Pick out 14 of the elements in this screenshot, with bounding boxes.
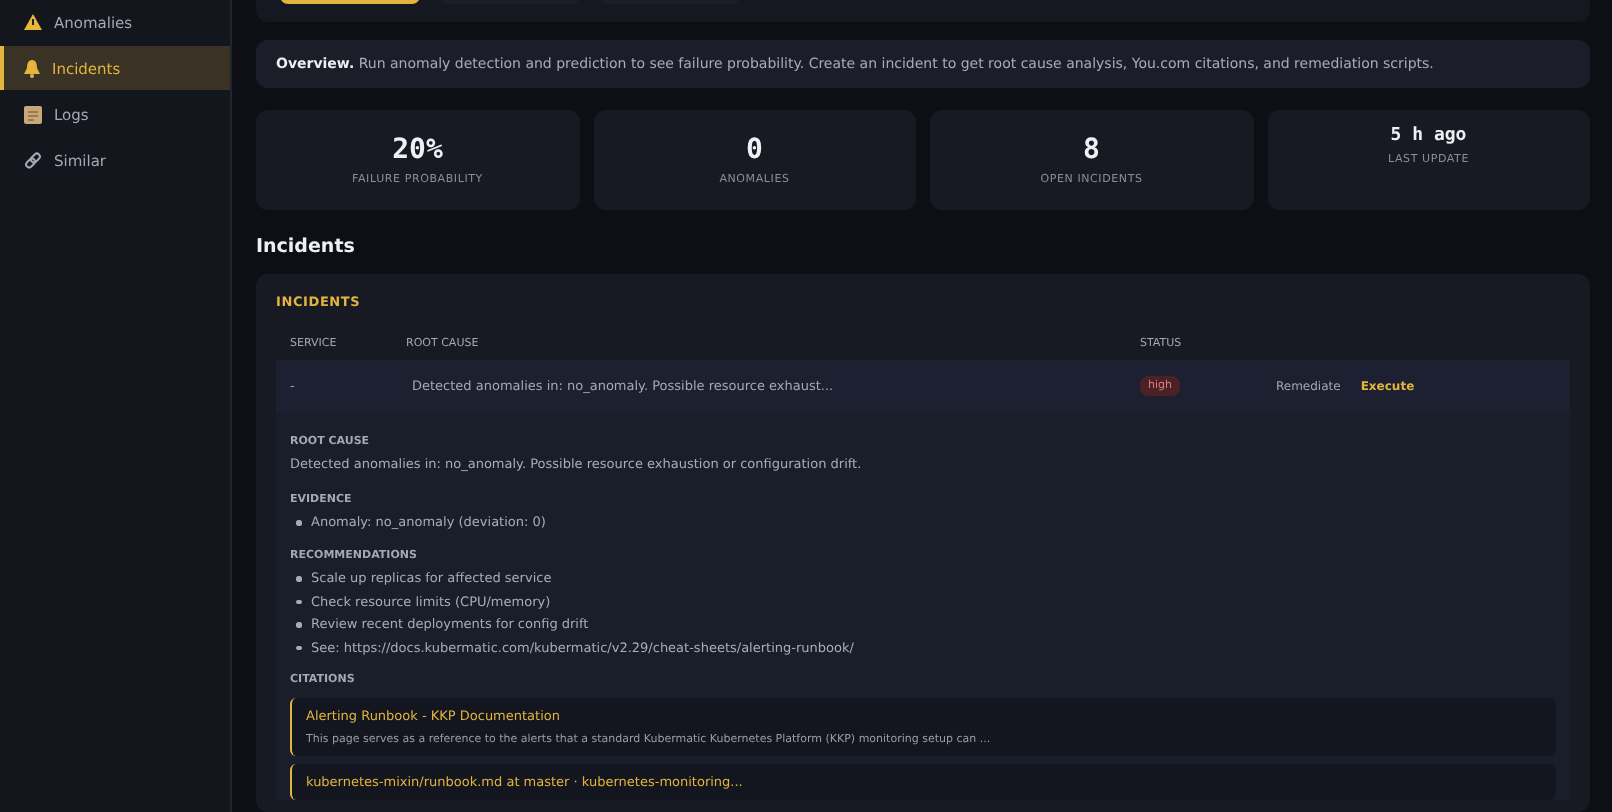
stat-value: 20% xyxy=(392,134,443,166)
section-title: Incidents xyxy=(256,236,357,258)
bell-icon xyxy=(24,59,40,77)
bullet-icon xyxy=(296,599,301,604)
bullet-icon xyxy=(296,576,301,581)
stat-value: 5 h ago xyxy=(1390,126,1467,146)
stat-value: 8 xyxy=(1083,134,1100,166)
bullet-icon xyxy=(296,520,301,525)
warning-icon xyxy=(24,14,42,30)
bullet-icon xyxy=(296,622,301,627)
bullet-icon xyxy=(296,645,301,650)
link-icon xyxy=(24,151,42,169)
scroll-icon xyxy=(24,105,42,123)
stat-value: 0 xyxy=(746,134,763,166)
